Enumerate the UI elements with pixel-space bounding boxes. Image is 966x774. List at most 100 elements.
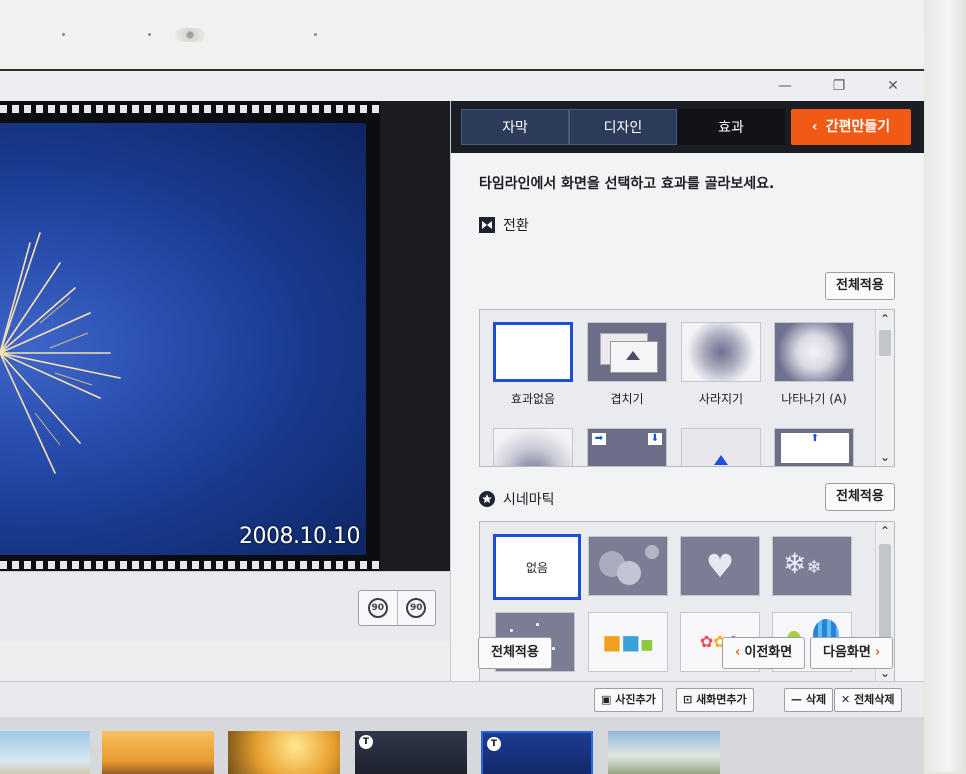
tile-label: 사라지기 — [698, 392, 744, 406]
delete-label: 삭제 — [805, 693, 827, 706]
scroll-thumb[interactable] — [879, 330, 891, 356]
text-badge-icon: T — [487, 737, 501, 751]
flower-icon: ✿ — [699, 632, 714, 651]
cinematic-tile-hearts[interactable]: ♥ — [680, 536, 760, 596]
heart-icon: ♥ — [705, 547, 735, 585]
arrows-split-icon: ⬆ — [781, 433, 849, 463]
date-stamp: 2008.10.10 — [239, 524, 360, 549]
add-screen-label: 새화면추가 — [696, 693, 747, 706]
film-side — [380, 101, 450, 571]
chevron-left-icon: ‹ — [811, 119, 818, 135]
gift-icon: ■ — [602, 630, 622, 654]
gift-icon: ■ — [640, 637, 654, 653]
easy-make-button[interactable]: ‹ 간편만들기 — [791, 109, 911, 145]
cinematic-tile-snow[interactable]: ❄❄ — [772, 536, 852, 596]
timeline-thumb[interactable] — [608, 731, 720, 774]
rotate-left-icon: 90 — [367, 598, 388, 618]
tab-bar: 자막 디자인 효과 ‹ 간편만들기 — [451, 101, 924, 153]
arrow-down-icon: ⬇ — [648, 433, 662, 445]
apply-all-button[interactable]: 전체적용 — [478, 637, 552, 669]
timeline-filmstrip: T T — [0, 717, 924, 774]
transition-tile[interactable] — [493, 428, 573, 466]
prev-screen-button[interactable]: ‹ 이전화면 — [722, 637, 806, 669]
add-photo-label: 사진추가 — [615, 693, 656, 706]
add-photo-icon: ▣ — [601, 693, 612, 706]
app-screen: — ❐ ✕ 2008.10.10 90 90 자막 디자인 효과 ‹ 간편만들기… — [0, 69, 924, 774]
scroll-up-icon[interactable]: ⌃ — [876, 312, 894, 326]
rotate-bar: 90 90 — [0, 571, 450, 642]
transition-tile-fade-out[interactable] — [681, 322, 761, 382]
bezel-dot — [314, 33, 317, 36]
rotate-right-button[interactable]: 90 — [398, 591, 436, 625]
tile-label: 겹치기 — [610, 392, 644, 406]
transition-tile-fade-in[interactable] — [774, 322, 854, 382]
instruction-text: 타임라인에서 화면을 선택하고 효과를 골라보세요. — [479, 176, 775, 192]
transition-grid: 효과없음 겹치기 사라지기 나타나기 (A) ➡ ⬇ ⬆ ⌃ ⌄ — [479, 309, 895, 467]
next-screen-label: 다음화면 — [823, 645, 871, 660]
cinematic-tile-none[interactable]: 없음 — [493, 534, 581, 600]
tile-label: 나타나기 (A) — [781, 392, 847, 406]
text-badge-icon: T — [359, 735, 373, 749]
gift-icon: ■ — [621, 630, 641, 654]
transition-tile[interactable]: ➡ ⬇ — [587, 428, 667, 466]
device-bezel-edge — [924, 0, 966, 772]
timeline-thumb[interactable] — [228, 731, 340, 774]
restore-button[interactable]: ❐ — [824, 75, 854, 97]
scroll-thumb[interactable] — [879, 544, 891, 648]
transition-tile-overlap[interactable] — [587, 322, 667, 382]
timeline-thumb[interactable]: T — [355, 731, 467, 774]
tab-caption[interactable]: 자막 — [461, 109, 569, 145]
close-button[interactable]: ✕ — [878, 75, 908, 97]
transition-apply-all-button[interactable]: 전체적용 — [825, 272, 895, 300]
next-screen-button[interactable]: 다음화면 › — [810, 637, 894, 669]
transition-title: 전환 — [503, 218, 529, 234]
transition-tile-none[interactable] — [493, 322, 573, 382]
tile-label: 효과없음 — [510, 392, 556, 406]
delete-all-button[interactable]: ✕ 전체삭제 — [834, 688, 902, 712]
cinematic-title: 시네마틱 — [503, 492, 555, 508]
transition-tile[interactable]: ⬆ — [774, 428, 854, 466]
minus-icon: — — [791, 693, 802, 706]
bezel-dot — [148, 33, 151, 36]
image-icon — [626, 351, 640, 360]
camera-icon — [175, 28, 205, 42]
star-badge-icon — [479, 491, 495, 507]
add-screen-button[interactable]: ⊡ 새화면추가 — [676, 688, 754, 712]
timeline-toolbar: ▣ 사진추가 ⊡ 새화면추가 — 삭제 ✕ 전체삭제 — [0, 681, 924, 718]
cinematic-tile-bubbles[interactable] — [588, 536, 668, 596]
bowtie-icon — [479, 217, 495, 233]
arrow-up-icon — [714, 455, 728, 465]
timeline-thumb[interactable] — [0, 731, 90, 774]
rotate-left-button[interactable]: 90 — [359, 591, 398, 625]
scroll-up-icon[interactable]: ⌃ — [876, 524, 894, 538]
transition-tile[interactable] — [681, 428, 761, 466]
film-sprockets-bottom — [0, 559, 380, 571]
preview-area: 2008.10.10 90 90 — [0, 101, 450, 711]
scroll-down-icon[interactable]: ⌄ — [876, 450, 894, 464]
cinematic-tile-gifts[interactable]: ■■■ — [588, 612, 668, 672]
delete-all-label: 전체삭제 — [854, 693, 895, 706]
film-sprockets-top — [0, 103, 380, 115]
x-icon: ✕ — [841, 693, 851, 706]
tab-effects[interactable]: 효과 — [677, 109, 785, 145]
easy-make-label: 간편만들기 — [825, 119, 891, 135]
bezel-dot — [62, 33, 65, 36]
prev-screen-label: 이전화면 — [744, 645, 793, 660]
chevron-left-icon: ‹ — [735, 645, 741, 660]
film-frame: 2008.10.10 — [0, 101, 450, 571]
tab-design[interactable]: 디자인 — [569, 109, 677, 145]
timeline-thumb[interactable] — [102, 731, 214, 774]
arrow-right-icon: ➡ — [592, 433, 606, 445]
cinematic-apply-all-button[interactable]: 전체적용 — [825, 483, 895, 511]
preview-photo: 2008.10.10 — [0, 123, 366, 555]
delete-button[interactable]: — 삭제 — [784, 688, 834, 712]
title-bar: — ❐ ✕ — [0, 71, 924, 101]
sparkler-image — [0, 232, 121, 474]
chevron-right-icon: › — [874, 645, 881, 660]
add-screen-icon: ⊡ — [683, 693, 693, 706]
transition-scrollbar[interactable]: ⌃ ⌄ — [875, 310, 894, 466]
minimize-button[interactable]: — — [770, 75, 800, 97]
timeline-thumb-selected[interactable]: T — [481, 731, 593, 774]
transition-section-title: 전환 — [479, 215, 529, 235]
add-photo-button[interactable]: ▣ 사진추가 — [594, 688, 663, 712]
